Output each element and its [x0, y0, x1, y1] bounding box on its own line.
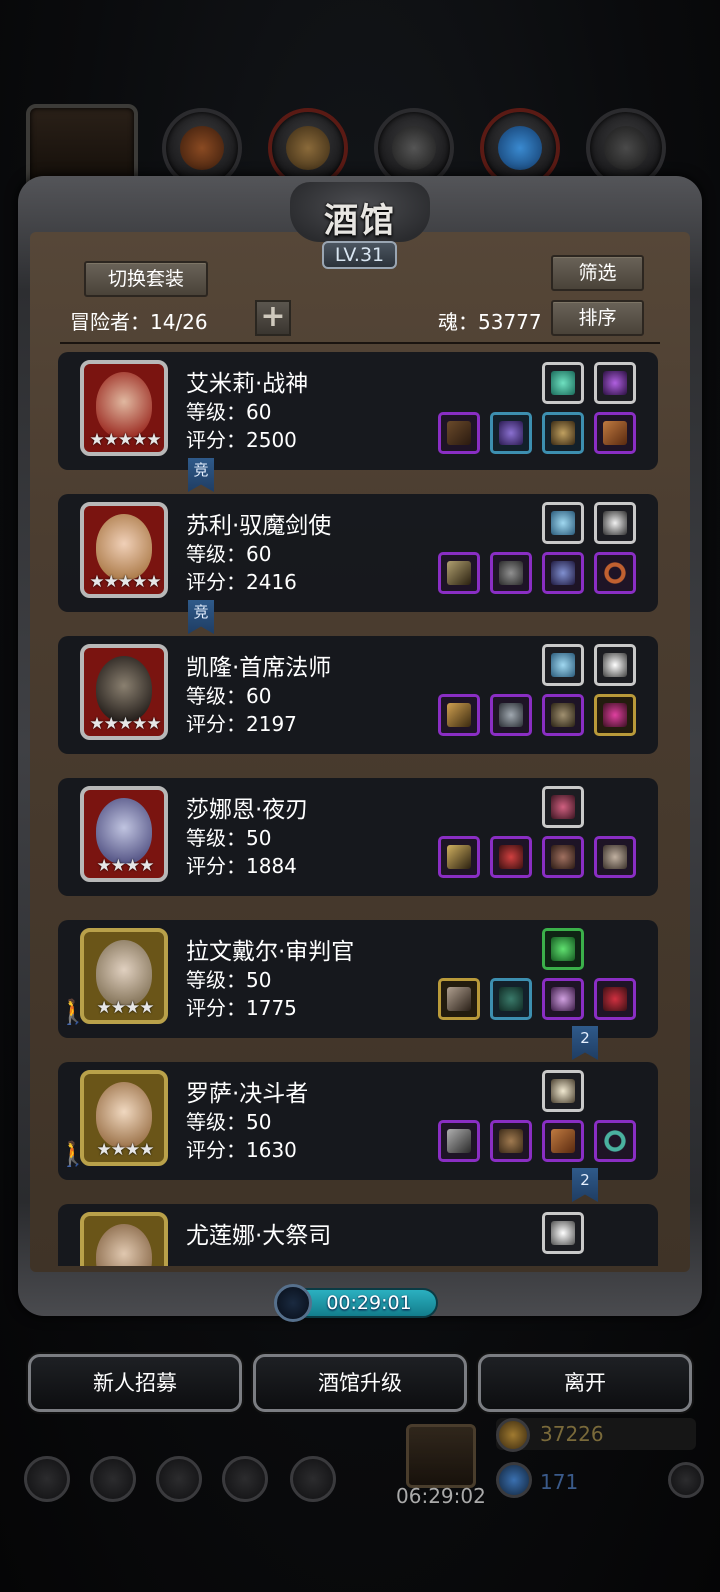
- hero-level: 等级：50: [186, 826, 272, 850]
- hero-score: 评分：2416: [186, 570, 297, 594]
- hero-name: 拉文戴尔·审判官: [186, 939, 355, 965]
- gift-timer: 06:29:02: [396, 1484, 486, 1508]
- rune-slot[interactable]: [594, 502, 636, 544]
- ring-slot[interactable]: [594, 552, 636, 594]
- star-rating: ★★★★: [96, 1140, 155, 1160]
- amulet-slot[interactable]: [542, 362, 584, 404]
- hero-name: 莎娜恩·夜刃: [186, 797, 309, 823]
- sort-button[interactable]: 排序: [551, 300, 644, 336]
- weapon-slot[interactable]: [438, 978, 480, 1020]
- hero-portrait: [80, 1212, 168, 1266]
- hero-score: 评分：2197: [186, 712, 297, 736]
- star-rating: ★★★★: [96, 998, 155, 1018]
- gloves-slot[interactable]: [542, 978, 584, 1020]
- helmet-slot[interactable]: [490, 836, 532, 878]
- hero-level: 等级：60: [186, 542, 272, 566]
- weapon-slot[interactable]: [438, 836, 480, 878]
- gem-icon: [496, 1462, 532, 1498]
- accessory-slot[interactable]: [594, 694, 636, 736]
- rune-slot[interactable]: [594, 362, 636, 404]
- add-slot-button[interactable]: +: [255, 300, 291, 336]
- friends-icon[interactable]: [290, 1456, 336, 1502]
- star-rating: ★★★★★: [89, 430, 161, 450]
- gift-icon[interactable]: [406, 1424, 476, 1488]
- divider: [60, 342, 660, 344]
- adventurer-count: 冒险者：14/26: [70, 310, 208, 334]
- hero-card[interactable]: ★★★★ 🚶 罗萨·决斗者 等级：50 评分：1630: [58, 1062, 658, 1180]
- star-rating: ★★★★: [96, 856, 155, 876]
- armor-slot[interactable]: [490, 1120, 532, 1162]
- gloves-slot[interactable]: [542, 412, 584, 454]
- staff-slot[interactable]: [438, 694, 480, 736]
- gloves-slot[interactable]: [542, 836, 584, 878]
- boots-slot[interactable]: [594, 836, 636, 878]
- boots-slot[interactable]: [594, 412, 636, 454]
- star-rating: ★★★★★: [89, 714, 161, 734]
- settings-icon[interactable]: [24, 1456, 70, 1502]
- hero-card[interactable]: ★★★★ 🚶 拉文戴尔·审判官 等级：50 评分：1775: [58, 920, 658, 1038]
- tavern-upgrade-button[interactable]: 酒馆升级: [253, 1354, 467, 1412]
- hero-name: 尤莲娜·大祭司: [186, 1223, 332, 1249]
- armor-slot[interactable]: [490, 552, 532, 594]
- filter-button[interactable]: 筛选: [551, 255, 644, 291]
- weapon-slot[interactable]: [438, 552, 480, 594]
- amulet-slot[interactable]: [542, 1070, 584, 1112]
- tavern-level-badge: LV.31: [322, 241, 397, 269]
- hero-card[interactable]: ★★★★★ 艾米莉·战神 等级：60 评分：2500: [58, 352, 658, 470]
- clock-icon: [274, 1284, 312, 1322]
- star-rating: ★★★★★: [89, 572, 161, 592]
- weapon-slot[interactable]: [438, 1120, 480, 1162]
- switch-outfit-button[interactable]: 切换套装: [84, 261, 208, 297]
- hero-list[interactable]: ★★★★★ 艾米莉·战神 等级：60 评分：2500 竞 ★★★★★ 苏利·驭魔…: [50, 348, 670, 1266]
- amulet-slot[interactable]: [542, 644, 584, 686]
- hero-level: 等级：60: [186, 400, 272, 424]
- hero-name: 苏利·驭魔剑使: [186, 513, 332, 539]
- hero-level: 等级：50: [186, 968, 272, 992]
- recruit-button[interactable]: 新人招募: [28, 1354, 242, 1412]
- hero-score: 评分：1775: [186, 996, 297, 1020]
- mail-icon[interactable]: [222, 1456, 268, 1502]
- gloves-slot[interactable]: [542, 694, 584, 736]
- expedition-icon: 🚶: [58, 1140, 88, 1168]
- gloves-slot[interactable]: [542, 1120, 584, 1162]
- hero-card[interactable]: ★★★★★ 苏利·驭魔剑使 等级：60 评分：2416: [58, 494, 658, 612]
- hero-card[interactable]: 尤莲娜·大祭司: [58, 1204, 658, 1266]
- weapon-slot[interactable]: [438, 412, 480, 454]
- leave-button[interactable]: 离开: [478, 1354, 692, 1412]
- hero-score: 评分：1884: [186, 854, 297, 878]
- amulet-slot[interactable]: [542, 786, 584, 828]
- gold-amount: 37226: [540, 1422, 604, 1446]
- add-currency-icon[interactable]: [668, 1462, 704, 1498]
- achievement-icon[interactable]: [90, 1456, 136, 1502]
- hero-name: 艾米莉·战神: [186, 371, 309, 397]
- amulet-slot[interactable]: [542, 1212, 584, 1254]
- calendar-icon[interactable]: [156, 1456, 202, 1502]
- expedition-icon: 🚶: [58, 998, 88, 1026]
- amulet-slot[interactable]: [542, 502, 584, 544]
- hero-name: 罗萨·决斗者: [186, 1081, 309, 1107]
- hero-card[interactable]: ★★★★ 莎娜恩·夜刃 等级：50 评分：1884: [58, 778, 658, 896]
- armor-slot[interactable]: [490, 412, 532, 454]
- armor-slot[interactable]: [490, 978, 532, 1020]
- gem-amount: 171: [540, 1470, 579, 1494]
- gloves-slot[interactable]: [542, 552, 584, 594]
- hero-level: 等级：60: [186, 684, 272, 708]
- page-title: 酒馆: [324, 201, 396, 241]
- hero-card[interactable]: ★★★★★ 凯隆·首席法师 等级：60 评分：2197: [58, 636, 658, 754]
- ring-slot[interactable]: [594, 1120, 636, 1162]
- hero-level: 等级：50: [186, 1110, 272, 1134]
- hero-name: 凯隆·首席法师: [186, 655, 332, 681]
- hero-score: 评分：2500: [186, 428, 297, 452]
- accessory-slot[interactable]: [594, 978, 636, 1020]
- amulet-slot[interactable]: [542, 928, 584, 970]
- gold-icon: [496, 1418, 530, 1452]
- hero-score: 评分：1630: [186, 1138, 297, 1162]
- rank-ribbon: 2: [572, 1168, 598, 1202]
- arena-ribbon: 竞: [188, 458, 214, 492]
- rune-slot[interactable]: [594, 644, 636, 686]
- arena-ribbon: 竞: [188, 600, 214, 634]
- soul-currency: 魂：53777: [438, 310, 542, 334]
- rank-ribbon: 2: [572, 1026, 598, 1060]
- armor-slot[interactable]: [490, 694, 532, 736]
